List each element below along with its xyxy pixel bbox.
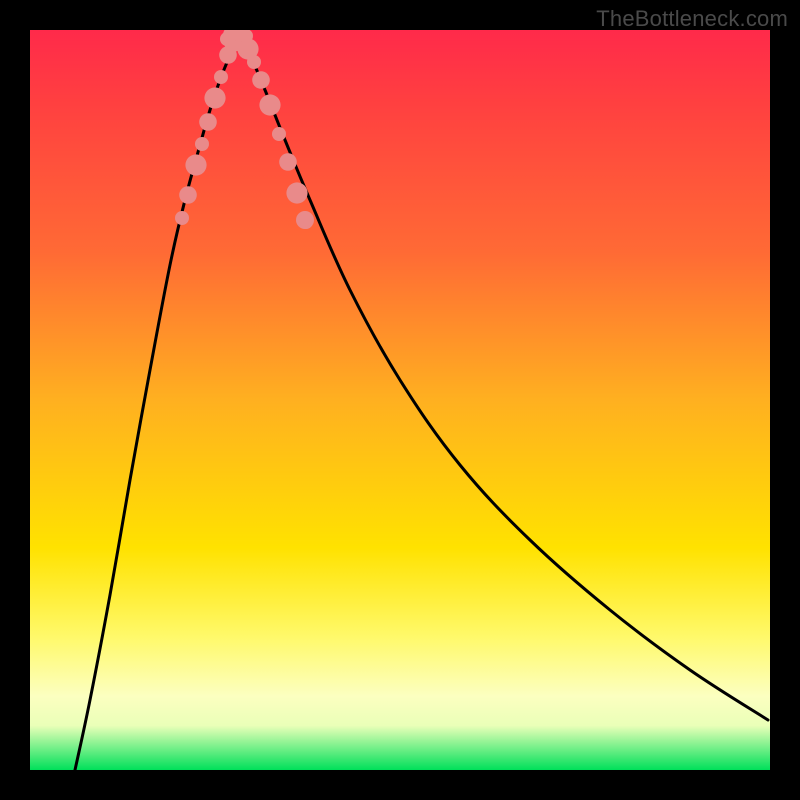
marker-left-5 bbox=[204, 87, 225, 108]
marker-left-6 bbox=[214, 70, 228, 84]
marker-right-6 bbox=[279, 153, 297, 171]
marker-right-3 bbox=[252, 71, 270, 89]
plot-area bbox=[30, 30, 770, 770]
marker-isolated bbox=[296, 211, 314, 229]
chart-frame: TheBottleneck.com bbox=[0, 0, 800, 800]
marker-left-0 bbox=[175, 211, 189, 225]
curve-left-branch bbox=[75, 35, 238, 770]
watermark-label: TheBottleneck.com bbox=[596, 6, 788, 32]
curve-right-branch bbox=[238, 35, 768, 720]
marker-left-3 bbox=[195, 137, 209, 151]
marker-right-7 bbox=[286, 182, 307, 203]
marker-left-1 bbox=[179, 186, 197, 204]
marker-right-4 bbox=[259, 94, 280, 115]
bottleneck-curve-chart bbox=[30, 30, 770, 770]
marker-right-5 bbox=[272, 127, 286, 141]
marker-right-2 bbox=[247, 55, 261, 69]
marker-left-4 bbox=[199, 113, 217, 131]
marker-left-2 bbox=[185, 154, 206, 175]
marker-tip-3 bbox=[220, 32, 234, 46]
